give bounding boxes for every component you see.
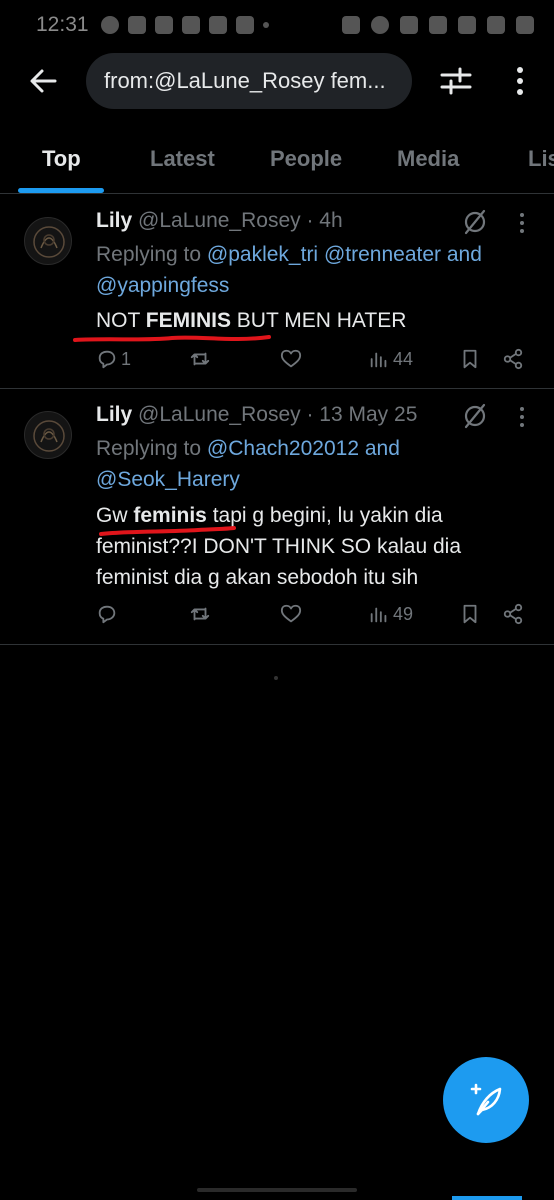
more-notifications-dot-icon [262, 22, 269, 28]
bookmark-button[interactable] [459, 603, 481, 625]
retweet-icon [190, 352, 210, 366]
share-button[interactable] [502, 603, 524, 625]
reply-icon [98, 350, 116, 369]
nfc-icon [342, 16, 360, 34]
heart-icon [280, 349, 302, 368]
back-arrow-icon[interactable] [28, 66, 58, 96]
compose-post-button[interactable] [443, 1057, 529, 1143]
tab-people[interactable]: People [270, 146, 342, 172]
retweet-button[interactable] [189, 348, 211, 370]
views-chart-icon [370, 607, 387, 623]
tab-media[interactable]: Media [397, 146, 459, 172]
compose-feather-plus-icon [470, 1083, 502, 1116]
search-header: from:@LaLune_Rosey fem... [0, 50, 554, 110]
tweet-time: · 4h [306, 209, 343, 232]
tweet-header: Lily @LaLune_Rosey · 4h [96, 209, 343, 233]
bookmark-icon [463, 604, 477, 624]
tweet[interactable]: Lily @LaLune_Rosey · 13 May 25 Replying … [0, 390, 554, 645]
mention-joiner: and [446, 243, 482, 266]
author-handle[interactable]: @LaLune_Rosey [138, 403, 301, 426]
tweet[interactable]: Lily @LaLune_Rosey · 4h Replying to @pak… [0, 195, 554, 389]
alarm-icon [371, 16, 389, 34]
replying-to: Replying to @Chach202012 and @Seok_Harer… [96, 433, 536, 495]
replying-to-label: Replying to [96, 437, 202, 460]
bluetooth-icon [429, 16, 447, 34]
views-chart-icon [370, 352, 387, 368]
filter-sliders-icon[interactable] [440, 65, 472, 97]
mention-link[interactable]: @paklek_tri [207, 243, 318, 266]
reply-button[interactable]: 1 [96, 348, 131, 370]
battery-icon [516, 16, 534, 34]
search-query: from:@LaLune_Rosey fem... [104, 68, 386, 93]
tweet-actions: 1 44 [96, 348, 536, 378]
search-tabs: Top Latest People Media Lis [0, 128, 554, 194]
tweet-header: Lily @LaLune_Rosey · 13 May 25 [96, 403, 417, 427]
avatar[interactable] [24, 411, 72, 459]
tab-top[interactable]: Top [42, 146, 81, 172]
reply-button[interactable] [96, 603, 121, 625]
active-tab-indicator [18, 188, 104, 193]
grok-icon[interactable] [462, 209, 488, 235]
notification-icons [100, 16, 269, 34]
app-notification-icon [181, 16, 200, 34]
status-bar: 12:31 [0, 0, 554, 50]
app-notification-icon [208, 16, 227, 34]
avatar-illustration-icon [33, 226, 65, 258]
wifi-icon [458, 16, 476, 34]
red-annotation-underline [73, 335, 271, 342]
more-vertical-icon[interactable] [512, 65, 528, 97]
mention-link[interactable]: @Seok_Harery [96, 468, 240, 491]
shopping-bag-icon [127, 16, 146, 34]
author-name[interactable]: Lily [96, 209, 132, 232]
share-button[interactable] [502, 348, 524, 370]
like-button[interactable] [280, 603, 302, 625]
mention-link[interactable]: @Chach202012 [207, 437, 359, 460]
signal-icon [487, 16, 505, 34]
status-time: 12:31 [36, 13, 89, 36]
author-name[interactable]: Lily [96, 403, 132, 426]
app-notification-icon [154, 16, 173, 34]
tab-lists[interactable]: Lis [528, 146, 554, 172]
avatar[interactable] [24, 217, 72, 265]
j-app-icon [235, 16, 254, 34]
author-handle[interactable]: @LaLune_Rosey [138, 209, 301, 232]
views-count: 44 [393, 348, 414, 369]
whatsapp-icon [100, 16, 119, 34]
heart-icon [280, 604, 302, 623]
tab-latest[interactable]: Latest [150, 146, 215, 172]
reply-icon [98, 605, 116, 624]
mute-icon [400, 16, 418, 34]
loading-dot [274, 676, 278, 680]
tweet-time: · 13 May 25 [306, 403, 418, 426]
bottom-accent-bar [452, 1196, 522, 1200]
tweet-text: Gw feminis tapi g begini, lu yakin dia f… [96, 500, 536, 593]
tweet-more-icon[interactable] [518, 405, 526, 429]
share-icon [503, 348, 523, 370]
gesture-bar [197, 1188, 357, 1192]
views-count: 49 [393, 603, 414, 624]
system-icons [342, 16, 534, 34]
red-annotation-underline [99, 526, 236, 536]
retweet-icon [190, 607, 210, 621]
bookmark-button[interactable] [459, 348, 481, 370]
tweet-actions: 49 [96, 603, 536, 633]
replying-to-label: Replying to [96, 243, 202, 266]
views-button[interactable]: 44 [368, 348, 413, 370]
mention-link[interactable]: @trenneater [324, 243, 441, 266]
avatar-illustration-icon [33, 420, 65, 452]
mention-link[interactable]: @yappingfess [96, 274, 229, 297]
bookmark-icon [463, 349, 477, 369]
mention-joiner: and [364, 437, 400, 460]
search-input[interactable]: from:@LaLune_Rosey fem... [86, 53, 412, 109]
share-icon [503, 603, 523, 625]
reply-count: 1 [121, 348, 132, 369]
like-button[interactable] [280, 348, 302, 370]
views-button[interactable]: 49 [368, 603, 413, 625]
tweet-more-icon[interactable] [518, 211, 526, 235]
grok-icon[interactable] [462, 403, 488, 429]
replying-to: Replying to @paklek_tri @trenneater and … [96, 239, 536, 301]
retweet-button[interactable] [189, 603, 211, 625]
